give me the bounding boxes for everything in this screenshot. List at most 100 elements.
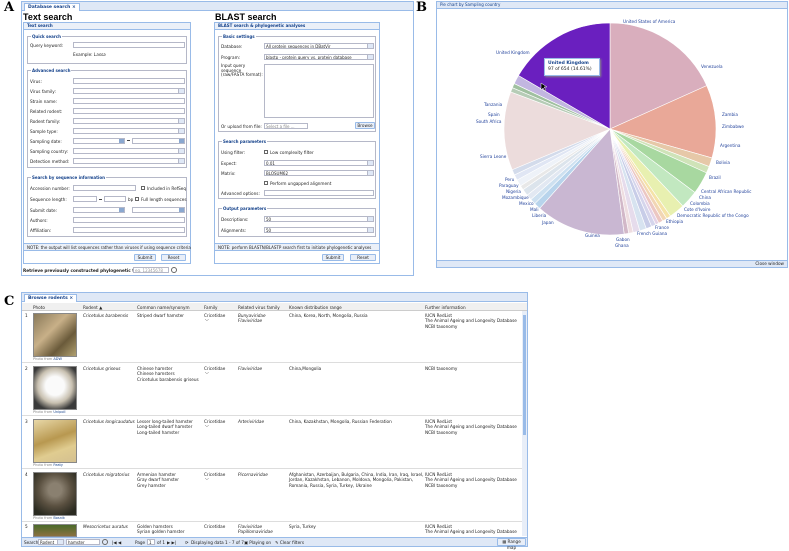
- calendar-icon[interactable]: [119, 139, 124, 143]
- query-sequence-textarea[interactable]: [264, 64, 374, 118]
- blast-submit-button[interactable]: Submit: [322, 254, 344, 261]
- tab-browse-rodents[interactable]: Browse rodents ×: [24, 294, 78, 302]
- alignments-select[interactable]: 50: [264, 227, 374, 233]
- program-select[interactable]: blastp - protein query vs. protein datab…: [264, 54, 374, 60]
- col-further-info[interactable]: Further information: [425, 305, 466, 310]
- upload-file-input[interactable]: Select a file ...: [264, 123, 308, 129]
- playing-on-button[interactable]: ▣ Playing on: [244, 540, 271, 545]
- authors-input[interactable]: [73, 217, 185, 223]
- detection-method-select[interactable]: [73, 158, 185, 164]
- page-input[interactable]: 1: [147, 539, 155, 545]
- tree-icon[interactable]: ⌵: [205, 476, 209, 482]
- text-reset-button[interactable]: Reset: [161, 254, 186, 261]
- refseq-checkbox[interactable]: [141, 186, 145, 190]
- credit-link[interactable]: ADW: [53, 357, 62, 361]
- col-family[interactable]: Family: [204, 305, 217, 310]
- footer-search-field-select[interactable]: Rodent: [38, 539, 64, 545]
- rodent-family-select[interactable]: [73, 118, 185, 124]
- credit-link[interactable]: Featy: [53, 463, 63, 467]
- tab-label: Database search: [28, 5, 71, 10]
- submit-date-to[interactable]: [132, 207, 185, 213]
- rodent-photo[interactable]: [33, 419, 77, 463]
- next-page-icon[interactable]: ▶ ▶|: [167, 540, 176, 545]
- sample-type-select[interactable]: [73, 128, 185, 134]
- expect-label: Expect:: [221, 161, 237, 166]
- ungapped-checkbox[interactable]: [264, 181, 268, 185]
- matrix-label: Matrix:: [221, 171, 236, 176]
- further-info[interactable]: IUCN RedList The Animal Ageing and Longe…: [425, 524, 517, 535]
- strain-name-input[interactable]: [73, 98, 185, 104]
- submit-date-from[interactable]: [73, 207, 125, 213]
- adv-label-virus: Virus:: [30, 79, 42, 84]
- text-search-subtab[interactable]: Text search: [24, 23, 190, 30]
- database-select[interactable]: All protein sequences in DBatVir: [264, 43, 374, 49]
- rodent-name[interactable]: Cricetulus griseus: [83, 366, 120, 371]
- distribution: China,Mongolia: [289, 366, 322, 371]
- seqlen-max-input[interactable]: [104, 196, 126, 202]
- scrollbar-thumb[interactable]: [523, 315, 526, 435]
- rodent-photo[interactable]: [33, 313, 77, 357]
- query-keyword-input[interactable]: [73, 42, 185, 48]
- refresh-icon[interactable]: ⟳: [185, 540, 189, 545]
- search-icon[interactable]: [171, 267, 177, 273]
- col-virus-family[interactable]: Related virus family: [238, 305, 280, 310]
- grid-scrollbar[interactable]: [522, 311, 527, 536]
- fulllength-checkbox[interactable]: [135, 197, 139, 201]
- pie-label-peru: Peru: [505, 177, 515, 182]
- col-common-name[interactable]: Common name/synonym: [137, 305, 190, 310]
- advanced-options-input[interactable]: [264, 190, 374, 196]
- accession-input[interactable]: [73, 185, 136, 191]
- tree-icon[interactable]: ⌵: [205, 370, 209, 376]
- input-sequence-label: Input query sequence (raw/FASTA format):: [221, 63, 263, 78]
- search-icon[interactable]: [102, 539, 108, 545]
- calendar-icon[interactable]: [179, 208, 184, 212]
- rodent-name[interactable]: Cricetulus migratorius: [83, 472, 129, 477]
- blast-reset-button[interactable]: Reset: [350, 254, 376, 261]
- expect-select[interactable]: 0.01: [264, 160, 374, 166]
- browse-button[interactable]: Browse: [355, 122, 375, 129]
- rodent-photo[interactable]: [33, 366, 77, 410]
- sampling-date-to[interactable]: [132, 138, 185, 144]
- virus-family-select[interactable]: [73, 88, 185, 94]
- credit-link[interactable]: Bosnik: [53, 516, 65, 520]
- virus-input[interactable]: [73, 78, 185, 84]
- further-info[interactable]: IUCN RedList The Animal Ageing and Longe…: [425, 472, 517, 488]
- blast-subtab[interactable]: BLAST search & phylogenetic analyses: [215, 23, 379, 30]
- seqlen-min-input[interactable]: [73, 196, 97, 202]
- credit-link[interactable]: Unipoll: [53, 410, 65, 414]
- low-complexity-label: Low complexity filter: [270, 150, 314, 155]
- affiliation-input[interactable]: [73, 227, 185, 233]
- col-distribution[interactable]: Known distribution range: [289, 305, 342, 310]
- rodent-photo[interactable]: [33, 524, 77, 537]
- tab-database-search[interactable]: Database search ×: [24, 3, 80, 11]
- first-page-icon[interactable]: |◀ ◀: [112, 540, 121, 545]
- sampling-date-from[interactable]: [73, 138, 125, 144]
- advanced-search-legend: Advanced search: [31, 68, 72, 73]
- low-complexity-checkbox[interactable]: [264, 150, 268, 154]
- calendar-icon[interactable]: [179, 139, 184, 143]
- common-name: Armenian hamster Gray dwarf hamster Grey…: [137, 472, 179, 488]
- retrieve-tree-input[interactable]: eg. 12345678: [133, 267, 169, 273]
- table-row[interactable]: [22, 364, 522, 416]
- calendar-icon[interactable]: [119, 208, 124, 212]
- descriptions-select[interactable]: 50: [264, 216, 374, 222]
- further-info[interactable]: NCBI taxonomy: [425, 366, 457, 371]
- footer-search-input[interactable]: hamster: [66, 539, 100, 545]
- text-submit-button[interactable]: Submit: [134, 254, 156, 261]
- col-photo[interactable]: Photo: [33, 305, 45, 310]
- related-rodent-input[interactable]: [73, 108, 185, 114]
- tree-icon[interactable]: ⌵: [205, 317, 209, 323]
- rodent-photo[interactable]: [33, 472, 77, 516]
- matrix-select[interactable]: BLOSUM62: [264, 170, 374, 176]
- rodent-name[interactable]: Cricetulus longicaudatus: [83, 419, 135, 424]
- tree-icon[interactable]: ⌵: [205, 423, 209, 429]
- clear-filters-button[interactable]: ✎ Clear filters: [275, 540, 304, 545]
- rodent-name[interactable]: Mesocricetus auratus: [83, 524, 128, 529]
- adv-label-strain: Strain name:: [30, 99, 58, 104]
- further-info[interactable]: IUCN RedList The Animal Ageing and Longe…: [425, 419, 517, 435]
- range-map-button[interactable]: ▦ Range map: [497, 538, 526, 550]
- further-info[interactable]: IUCN RedList The Animal Ageing and Longe…: [425, 313, 517, 329]
- rodent-name[interactable]: Cricetulus barabensis: [83, 313, 128, 318]
- col-rodent[interactable]: Rodent ▲: [83, 305, 102, 310]
- sampling-country-select[interactable]: [73, 148, 185, 154]
